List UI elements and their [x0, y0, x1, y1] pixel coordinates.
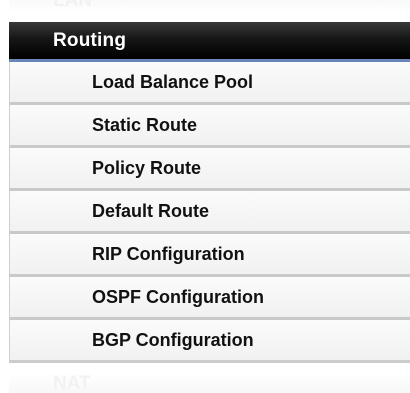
menu-section-routing-label: Routing — [53, 30, 127, 51]
menu-item-label: OSPF Configuration — [92, 287, 264, 307]
routing-submenu: Load Balance Pool Static Route Policy Ro… — [9, 62, 410, 363]
menu-item-label: Default Route — [92, 201, 209, 221]
menu-section-lan-label: LAN — [53, 0, 93, 11]
menu-item-rip-configuration[interactable]: RIP Configuration — [10, 234, 410, 277]
menu-item-label: Policy Route — [92, 158, 202, 178]
sidebar-menu: LAN Routing Load Balance Pool Static Rou… — [9, 0, 410, 393]
menu-item-default-route[interactable]: Default Route — [10, 191, 410, 234]
screenshot-stage: LAN Routing Load Balance Pool Static Rou… — [0, 0, 410, 393]
menu-item-ospf-configuration[interactable]: OSPF Configuration — [10, 277, 410, 320]
menu-item-label: Static Route — [92, 115, 198, 135]
menu-item-label: Load Balance Pool — [92, 72, 254, 92]
menu-item-label: BGP Configuration — [92, 330, 254, 350]
menu-item-static-route[interactable]: Static Route — [10, 105, 410, 148]
menu-item-load-balance-pool[interactable]: Load Balance Pool — [10, 62, 410, 105]
menu-section-nat-label: NAT — [53, 373, 91, 393]
menu-item-bgp-configuration[interactable]: BGP Configuration — [10, 320, 410, 363]
menu-section-routing[interactable]: Routing — [9, 22, 410, 62]
menu-section-lan[interactable]: LAN — [9, 0, 410, 12]
menu-section-nat[interactable]: NAT — [9, 373, 410, 393]
menu-item-policy-route[interactable]: Policy Route — [10, 148, 410, 191]
menu-item-label: RIP Configuration — [92, 244, 245, 264]
